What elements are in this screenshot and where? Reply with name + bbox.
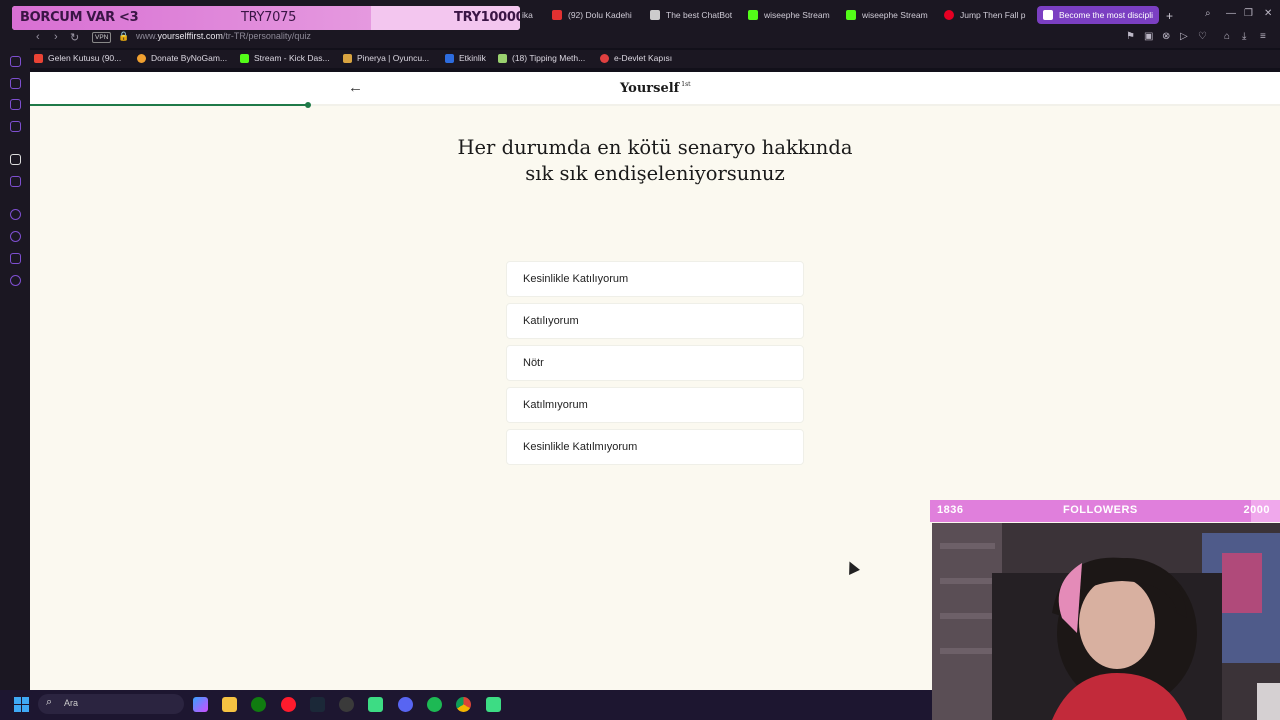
spotify-icon[interactable] — [427, 697, 442, 712]
tab[interactable]: wiseephe Stream — [748, 6, 838, 24]
xbox-icon[interactable] — [251, 697, 266, 712]
site-favicon-icon — [1043, 10, 1053, 20]
answer-option-strongly-disagree[interactable]: Kesinlikle Katılmıyorum — [506, 429, 804, 465]
taskbar-search[interactable]: ⌕ Ara — [38, 694, 184, 714]
pinerya-icon — [343, 53, 352, 63]
answer-option-strongly-agree[interactable]: Kesinlikle Katılıyorum — [506, 261, 804, 297]
url-field[interactable]: www.yourselffirst.com/tr-TR/personality/… — [136, 31, 311, 41]
steam-icon[interactable] — [310, 697, 325, 712]
close-icon[interactable]: ✕ — [1264, 8, 1272, 19]
opera-gx-icon[interactable] — [281, 697, 296, 712]
profile-icon[interactable]: ⌂ — [1224, 31, 1230, 42]
forward-nav-icon[interactable]: › — [54, 31, 58, 43]
progress-dot — [305, 102, 311, 108]
screenshot-icon[interactable]: ▣ — [1144, 31, 1153, 42]
lock-icon: 🔒 — [118, 31, 130, 41]
tab[interactable]: wiseephe Stream — [846, 6, 936, 24]
menu-icon[interactable]: ≡ — [1260, 31, 1266, 42]
sidebar-shop-icon[interactable] — [10, 78, 21, 89]
donation-goal: TRY10000 — [454, 10, 520, 25]
quiz-progress-bar — [30, 104, 308, 106]
etkinlik-icon — [445, 53, 454, 63]
question-text: Her durumda en kötü senaryo hakkında sık… — [457, 136, 853, 185]
bookmark-item[interactable]: Stream - Kick Das... — [240, 53, 330, 63]
tab[interactable]: ika — [522, 6, 552, 24]
donation-current: TRY7075 — [241, 10, 297, 25]
bookmark-icon[interactable]: ⚑ — [1126, 31, 1135, 42]
followers-current: 1836 — [937, 504, 964, 516]
tab[interactable]: Jump Then Fall p — [944, 6, 1034, 24]
webcam-feed — [932, 523, 1280, 720]
tab-active[interactable]: Become the most discipli — [1037, 6, 1159, 24]
bookmark-item[interactable]: e-Devlet Kapısı — [600, 53, 672, 63]
search-icon: ⌕ — [46, 696, 53, 708]
site-header: ← Yourself 1st — [30, 72, 1280, 105]
back-arrow-icon[interactable]: ← — [348, 79, 363, 96]
site-logo[interactable]: Yourself 1st — [620, 81, 691, 96]
chrome-icon[interactable] — [456, 697, 471, 712]
bookmark-item[interactable]: Donate ByNoGam... — [137, 53, 227, 63]
reload-icon[interactable]: ↻ — [70, 31, 79, 44]
donation-goal-overlay: BORCUM VAR <3 TRY7075 TRY10000 — [12, 6, 520, 30]
tipping-icon — [498, 53, 507, 63]
heart-icon[interactable]: ♡ — [1198, 31, 1207, 42]
followers-goal: 2000 — [1243, 504, 1270, 516]
minimize-icon[interactable]: — — [1226, 8, 1236, 19]
windows-start-icon[interactable] — [14, 697, 29, 712]
answer-option-agree[interactable]: Katılıyorum — [506, 303, 804, 339]
sidebar-aria-icon[interactable] — [10, 56, 21, 67]
vpn-badge[interactable]: VPN — [92, 32, 112, 43]
kick-icon — [846, 10, 856, 20]
extension-icon[interactable]: ⊗ — [1162, 31, 1170, 42]
youtube-icon — [552, 10, 562, 20]
followers-label: FOLLOWERS — [1063, 504, 1138, 516]
gmail-icon — [34, 53, 43, 63]
app-icon[interactable] — [486, 697, 501, 712]
tab[interactable]: The best ChatBot — [650, 6, 740, 24]
sidebar-extensions-icon[interactable] — [10, 253, 21, 264]
kick-icon — [240, 53, 249, 63]
sidebar-app-icon[interactable] — [10, 154, 21, 165]
search-tabs-icon[interactable]: ⌕ — [1205, 8, 1211, 19]
tab[interactable]: (92) Dolu Kadehi — [552, 6, 642, 24]
edevlet-icon — [600, 53, 609, 63]
answer-option-neutral[interactable]: Nötr — [506, 345, 804, 381]
webcam-image — [932, 523, 1280, 720]
copilot-icon[interactable] — [193, 697, 208, 712]
back-nav-icon[interactable]: ‹ — [36, 31, 40, 43]
bookmark-item[interactable]: Etkinlik — [445, 53, 486, 63]
kick-icon — [748, 10, 758, 20]
obs-icon[interactable] — [339, 697, 354, 712]
file-explorer-icon[interactable] — [222, 697, 237, 712]
bluestacks-icon[interactable] — [368, 697, 383, 712]
sidebar-history-icon[interactable] — [10, 231, 21, 242]
donation-label: BORCUM VAR <3 — [20, 10, 139, 25]
donate-icon — [137, 53, 146, 63]
bookmark-item[interactable]: Gelen Kutusu (90... — [34, 53, 121, 63]
sidebar-messenger-icon[interactable] — [10, 99, 21, 110]
maximize-icon[interactable]: ❐ — [1244, 8, 1253, 19]
sidebar-twitch-icon[interactable] — [10, 176, 21, 187]
sidebar-mail-icon[interactable] — [10, 121, 21, 132]
chatbot-icon — [650, 10, 660, 20]
followers-goal-overlay: 1836 FOLLOWERS 2000 — [930, 500, 1280, 522]
new-tab-icon[interactable]: + — [1166, 9, 1173, 23]
answer-option-disagree[interactable]: Katılmıyorum — [506, 387, 804, 423]
player-icon[interactable]: ▷ — [1180, 31, 1188, 42]
sidebar-settings-icon[interactable] — [10, 275, 21, 286]
download-icon[interactable]: ⤓ — [1242, 31, 1246, 42]
sidebar-player-icon[interactable] — [10, 209, 21, 220]
discord-icon[interactable] — [398, 697, 413, 712]
bookmark-item[interactable]: (18) Tipping Meth... — [498, 53, 585, 63]
pinterest-icon — [944, 10, 954, 20]
bookmark-item[interactable]: Pinerya | Oyuncu... — [343, 53, 429, 63]
